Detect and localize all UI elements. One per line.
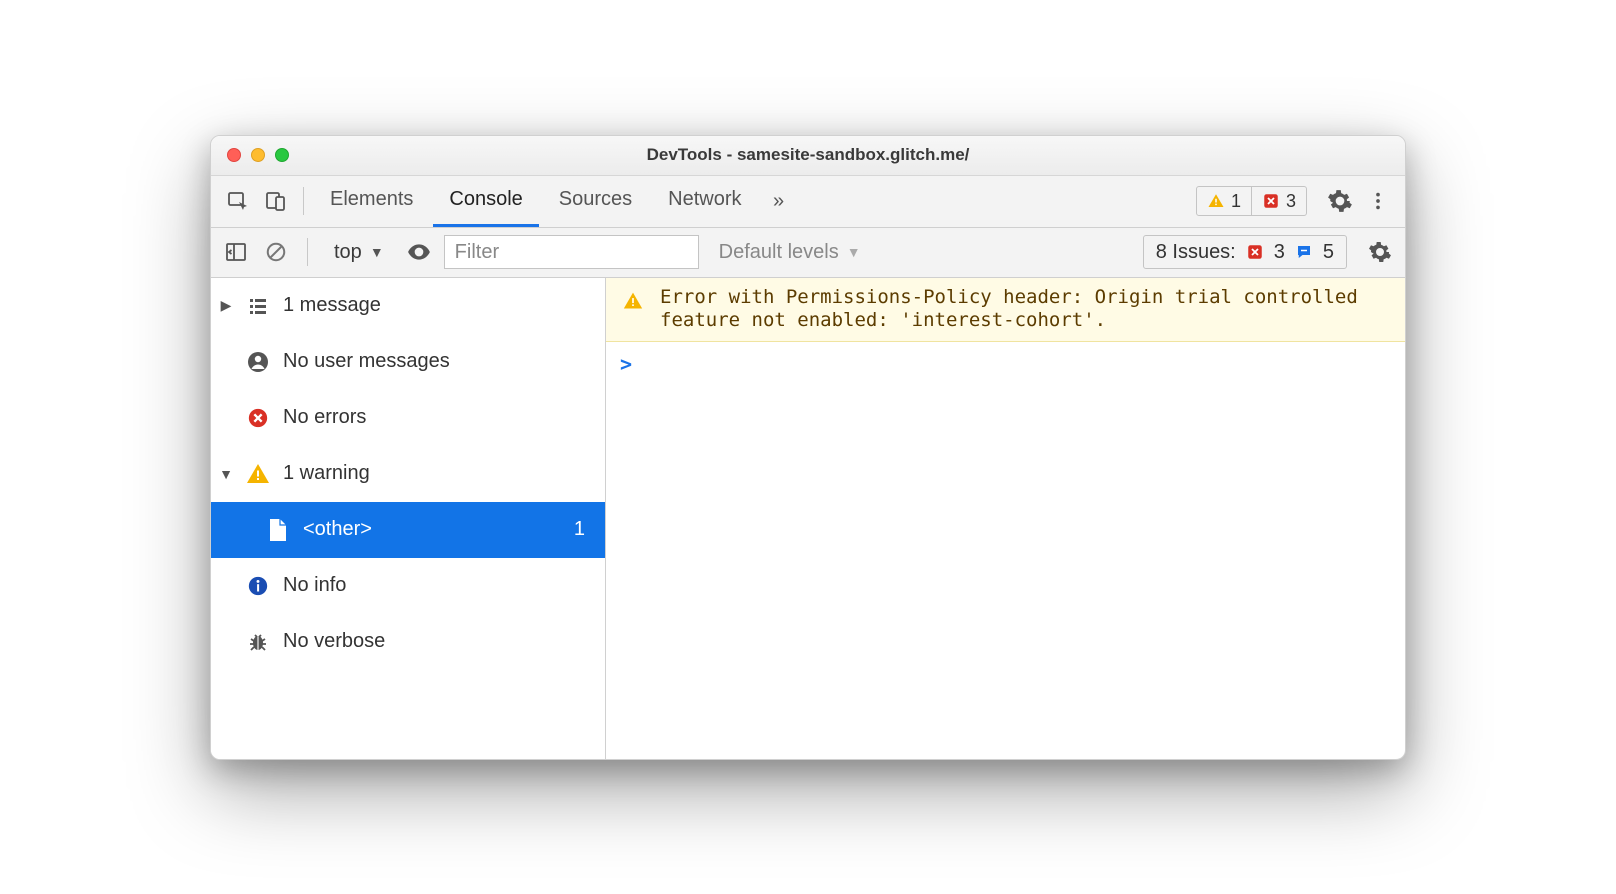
warning-icon (620, 288, 646, 314)
console-settings-gear-icon[interactable] (1365, 237, 1395, 267)
bug-icon (245, 629, 271, 655)
more-tabs-button[interactable]: » (762, 184, 796, 218)
tab-sources[interactable]: Sources (543, 175, 648, 227)
console-output: Error with Permissions-Policy header: Or… (606, 278, 1405, 759)
errors-count: 3 (1286, 191, 1296, 212)
log-levels-selector[interactable]: Default levels ▼ (709, 235, 871, 269)
toggle-sidebar-icon[interactable] (221, 237, 251, 267)
user-label: No user messages (283, 350, 450, 373)
sidebar-item-errors[interactable]: No errors (211, 390, 605, 446)
info-icon (245, 573, 271, 599)
disclosure-triangle-icon[interactable]: ▼ (219, 466, 233, 482)
levels-label: Default levels (719, 241, 839, 264)
device-toolbar-icon[interactable] (259, 184, 293, 218)
clear-console-icon[interactable] (261, 237, 291, 267)
devtools-window: DevTools - samesite-sandbox.glitch.me/ E… (210, 135, 1406, 760)
divider (307, 238, 308, 266)
titlebar: DevTools - samesite-sandbox.glitch.me/ (211, 136, 1405, 176)
console-toolbar: top ▼ Default levels ▼ 8 Issues: 3 5 (211, 228, 1405, 278)
console-sidebar: ▶ 1 message No user messages No errors (211, 278, 606, 759)
tab-elements[interactable]: Elements (314, 175, 429, 227)
errors-label: No errors (283, 406, 366, 429)
tab-network[interactable]: Network (652, 175, 757, 227)
sidebar-item-user[interactable]: No user messages (211, 334, 605, 390)
chat-icon (1295, 243, 1313, 261)
other-label: <other> (303, 518, 372, 541)
warnings-label: 1 warning (283, 462, 370, 485)
warning-icon (245, 461, 271, 487)
status-badges[interactable]: 1 3 (1196, 186, 1307, 216)
user-icon (245, 349, 271, 375)
other-count: 1 (574, 518, 595, 541)
settings-gear-icon[interactable] (1323, 184, 1357, 218)
issues-error-count: 3 (1274, 241, 1285, 264)
traffic-lights (227, 148, 289, 162)
prompt-caret-icon: > (620, 352, 632, 376)
filter-input[interactable] (444, 235, 699, 269)
tab-console[interactable]: Console (433, 175, 538, 227)
sidebar-item-messages[interactable]: ▶ 1 message (211, 278, 605, 334)
context-selector[interactable]: top ▼ (324, 235, 394, 269)
verbose-label: No verbose (283, 630, 385, 653)
warnings-badge[interactable]: 1 (1197, 187, 1251, 215)
inspect-element-icon[interactable] (221, 184, 255, 218)
issues-label: 8 Issues: (1156, 241, 1236, 264)
maximize-window-button[interactable] (275, 148, 289, 162)
console-warning-row[interactable]: Error with Permissions-Policy header: Or… (606, 278, 1405, 343)
divider (303, 187, 304, 215)
file-icon (265, 517, 291, 543)
chevron-down-icon: ▼ (847, 244, 861, 260)
warnings-count: 1 (1231, 191, 1241, 212)
issues-chat-count: 5 (1323, 241, 1334, 264)
error-icon (245, 405, 271, 431)
live-expression-icon[interactable] (404, 237, 434, 267)
disclosure-triangle-icon[interactable]: ▶ (219, 297, 233, 314)
list-icon (245, 293, 271, 319)
sidebar-item-info[interactable]: No info (211, 558, 605, 614)
console-prompt[interactable]: > (606, 342, 1405, 386)
issues-button[interactable]: 8 Issues: 3 5 (1143, 235, 1347, 269)
minimize-window-button[interactable] (251, 148, 265, 162)
errors-badge[interactable]: 3 (1251, 187, 1306, 215)
close-window-button[interactable] (227, 148, 241, 162)
sidebar-item-verbose[interactable]: No verbose (211, 614, 605, 670)
context-label: top (334, 241, 362, 264)
kebab-menu-icon[interactable] (1361, 184, 1395, 218)
info-label: No info (283, 574, 346, 597)
main-tabbar: Elements Console Sources Network » 1 3 (211, 176, 1405, 228)
warning-message: Error with Permissions-Policy header: Or… (660, 286, 1391, 334)
messages-label: 1 message (283, 294, 381, 317)
main-area: ▶ 1 message No user messages No errors (211, 278, 1405, 759)
sidebar-item-warnings[interactable]: ▼ 1 warning (211, 446, 605, 502)
chevron-down-icon: ▼ (370, 244, 384, 260)
error-icon (1246, 243, 1264, 261)
window-title: DevTools - samesite-sandbox.glitch.me/ (211, 145, 1405, 165)
sidebar-item-other[interactable]: <other> 1 (211, 502, 605, 558)
